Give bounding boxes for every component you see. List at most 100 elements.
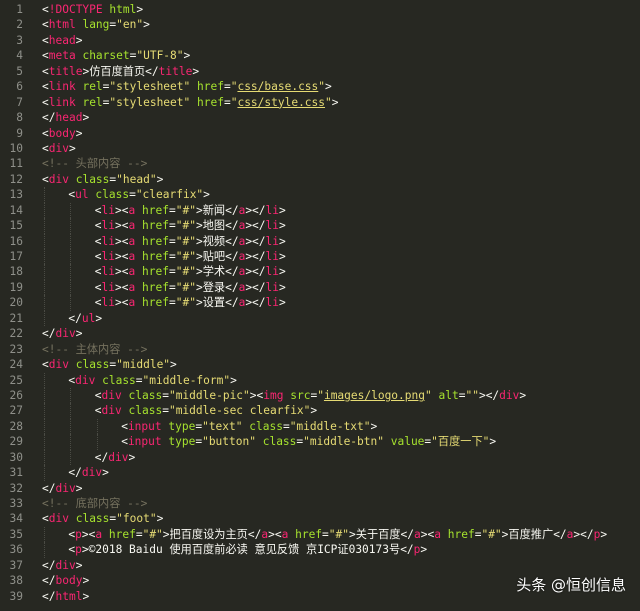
code-line[interactable]: 27 <div class="middle-sec clearfix"> (0, 403, 640, 419)
code-line[interactable]: 34 <div class="foot"> (0, 511, 640, 526)
tag-bracket: > (279, 296, 286, 310)
indent-guide (44, 465, 45, 481)
code-editor[interactable]: 1 <!DOCTYPE html> 2 <html lang="en"> 3 <head>… (0, 2, 640, 604)
line-number: 1 (16, 3, 23, 16)
tag-name: div (499, 388, 520, 402)
tag-name: ul (75, 188, 89, 202)
code-line[interactable]: 36 <p>©2018 Baidu 使用百度前必读 意见反馈 京ICP证03017… (0, 542, 640, 558)
code-line[interactable]: 6 <link rel="stylesheet" href="css/base.c… (0, 79, 640, 94)
code-line[interactable]: 28 <input type="text" class="middle-txt"> (0, 418, 640, 435)
code-line[interactable]: 37 </div> (0, 558, 640, 573)
tag-bracket: < (42, 358, 49, 372)
code-content: <div class="head"> (42, 172, 163, 187)
code-line[interactable]: 22 </div> (0, 326, 640, 341)
code-line[interactable]: 12 <div class="head"> (0, 172, 640, 187)
tag-bracket: < (42, 172, 49, 186)
code-line[interactable]: 21 </ul> (0, 310, 640, 327)
tag-bracket: < (42, 33, 49, 47)
code-line[interactable]: 5 <title>仿百度首页</title> (0, 64, 640, 79)
code-line[interactable]: 3 <head> (0, 33, 640, 48)
code-line[interactable]: 35 <p><a href="#">把百度设为主页</a><a href="#">… (0, 526, 640, 543)
line-number: 36 (9, 543, 23, 557)
code-content: </body> (42, 573, 89, 588)
code-line[interactable]: 7 <link rel="stylesheet" href="css/style.… (0, 95, 640, 110)
tag-name: li (265, 234, 280, 248)
line-number: 22 (9, 327, 23, 341)
code-content: <p>©2018 Baidu 使用百度前必读 意见反馈 京ICP证030173号… (68, 542, 427, 557)
tag-name: title (158, 64, 193, 78)
attribute-name: rel (82, 80, 103, 94)
tag-bracket: ></ (245, 234, 266, 248)
line-number: 32 (9, 481, 23, 495)
attribute-name: class (75, 512, 110, 526)
line-number: 12 (9, 172, 23, 186)
code-line[interactable]: 14 <li><a href="#">新闻</a></li> (0, 202, 640, 219)
tag-bracket: </ (94, 450, 109, 464)
code-line[interactable]: 10 <div> (0, 141, 640, 156)
code-text: 把百度设为主页 (169, 527, 248, 541)
tag-bracket: = (135, 373, 143, 387)
attribute-value: " (425, 388, 432, 402)
tag-bracket: >< (115, 203, 129, 217)
indent-guide (70, 387, 72, 404)
code-line[interactable]: 19 <li><a href="#">登录</a></li> (0, 279, 640, 296)
code-line[interactable]: 4 <meta charset="UTF-8"> (0, 48, 640, 63)
code-line[interactable]: 24 <div class="middle"> (0, 357, 640, 372)
code-line[interactable]: 11 <!-- 头部内容 --> (0, 156, 640, 171)
attribute-name: href (142, 296, 169, 310)
tag-name: li (265, 265, 280, 279)
code-line[interactable]: 25 <div class="middle-form"> (0, 372, 640, 388)
tag-bracket: < (42, 126, 49, 140)
tag-bracket: = (168, 203, 176, 217)
attribute-name: charset (82, 49, 130, 63)
tag-name: div (55, 481, 76, 495)
code-line[interactable]: 18 <li><a href="#">学术</a></li> (0, 264, 640, 280)
code-line[interactable]: 1 <!DOCTYPE html> (0, 2, 640, 17)
tag-name: ul (81, 311, 96, 325)
code-line[interactable]: 15 <li><a href="#">地图</a></li> (0, 218, 640, 234)
code-line[interactable]: 30 </div> (0, 449, 640, 466)
code-line[interactable]: 31 </div> (0, 465, 640, 481)
code-line[interactable]: 13 <ul class="clearfix"> (0, 187, 640, 203)
code-line[interactable]: 17 <li><a href="#">贴吧</a></li> (0, 249, 640, 265)
attribute-value: "middle-txt" (289, 419, 371, 433)
tag-bracket: > (68, 141, 76, 155)
code-line[interactable]: 26 <div class="middle-pic"><img src="imag… (0, 387, 640, 404)
code-content: <ul class="clearfix"> (68, 187, 210, 202)
code-line[interactable]: 2 <html lang="en"> (0, 17, 640, 32)
tag-bracket: > (82, 589, 90, 603)
line-number: 14 (9, 203, 23, 217)
code-content: <head> (42, 33, 82, 48)
code-content: <div class="foot"> (42, 511, 163, 526)
tag-name: div (101, 404, 122, 418)
line-number: 25 (9, 373, 23, 387)
code-line[interactable]: 33 <!-- 底部内容 --> (0, 496, 640, 511)
tag-bracket: </ (42, 111, 56, 125)
code-content: <div class="middle"> (42, 357, 177, 372)
tag-bracket: < (94, 280, 102, 294)
code-line[interactable]: 32 </div> (0, 481, 640, 496)
tag-name: li (265, 280, 280, 294)
attribute-name: src (290, 388, 311, 402)
attribute-value: "" (465, 388, 479, 402)
attribute-value: "foot" (116, 512, 157, 526)
tag-bracket: </ (42, 589, 56, 603)
indent-guide (70, 449, 72, 466)
indent-guide (44, 279, 45, 296)
code-line[interactable]: 23 <!-- 主体内容 --> (0, 342, 640, 357)
code-line[interactable]: 29 <input type="button" class="middle-btn… (0, 434, 640, 450)
code-line[interactable]: 9 <body> (0, 126, 640, 141)
line-number: 2 (16, 18, 23, 32)
code-text: 设置 (202, 296, 226, 310)
code-line[interactable]: 8 </head> (0, 110, 640, 125)
tag-name: head (55, 111, 83, 125)
code-content: <li><a href="#">设置</a></li> (95, 295, 286, 310)
tag-name: body (48, 126, 76, 140)
code-content: <title>仿百度首页</title> (42, 64, 199, 79)
code-content: <li><a href="#">贴吧</a></li> (95, 249, 286, 264)
code-line[interactable]: 20 <li><a href="#">设置</a></li> (0, 295, 640, 311)
code-line[interactable]: 16 <li><a href="#">视频</a></li> (0, 233, 640, 249)
